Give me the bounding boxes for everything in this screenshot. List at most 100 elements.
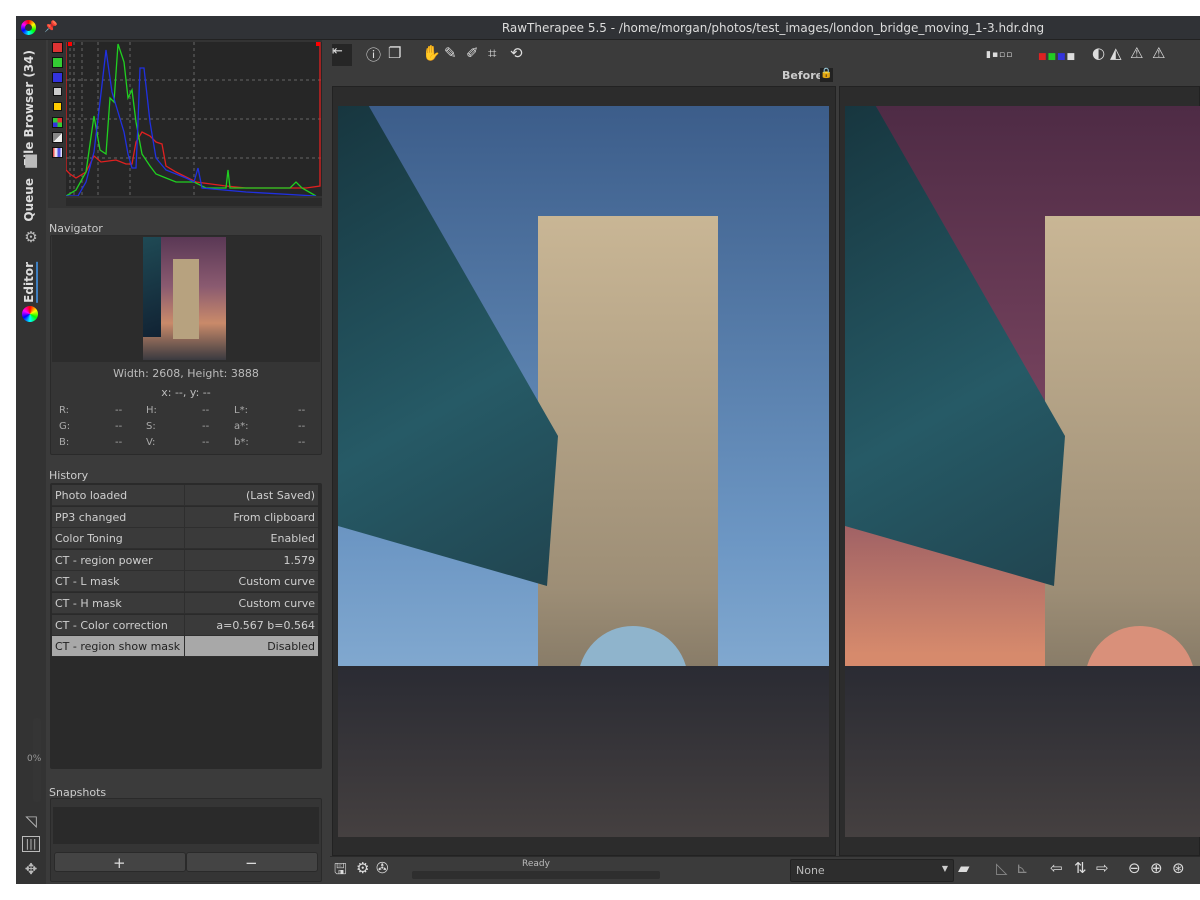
highlight-clip-warning-icon[interactable]: ⚠	[1152, 44, 1165, 66]
cursor-coords: x: --, y: --	[161, 386, 211, 399]
gears-icon[interactable]: ⚙	[22, 228, 40, 246]
white-balance-picker-icon[interactable]: ✎	[444, 44, 457, 66]
history-row[interactable]: PP3 changed From clipboard	[52, 506, 318, 528]
profile-icon[interactable]: ▰	[958, 859, 970, 881]
h-label: H:	[146, 405, 157, 416]
after-image[interactable]	[845, 106, 1200, 837]
shadow-clip-warning-icon[interactable]: ⚠	[1130, 44, 1143, 66]
history-item-name: PP3 changed	[55, 510, 127, 524]
tab-editor[interactable]: Editor	[22, 262, 38, 303]
history-item-value: Custom curve	[238, 597, 315, 610]
sync-icon[interactable]: ⇅	[1074, 859, 1087, 881]
previous-image-icon[interactable]: ⇦	[1050, 859, 1063, 881]
g-value: --	[115, 421, 123, 432]
bar-toggle[interactable]	[52, 147, 63, 158]
history-item-value: a=0.567 b=0.564	[216, 618, 315, 632]
a-value: --	[298, 421, 306, 432]
bottom-toolbar: 🖫 ⚙ ✇ Ready None ▼ ▰ ◺ ⊾ ⇦ ⇅ ⇨ ⊖ ⊕ ⊛	[330, 856, 1200, 884]
history-row[interactable]: CT - L mask Custom curve	[52, 571, 318, 593]
rotate-left-icon[interactable]: ◺	[996, 859, 1008, 881]
snapshots-list[interactable]	[53, 807, 319, 844]
info-icon[interactable]: ⓘ	[366, 44, 381, 66]
lock-icon[interactable]: 🔒	[820, 68, 833, 82]
sliders-icon[interactable]: |||	[22, 836, 40, 852]
history-row[interactable]: Color Toning Enabled	[52, 528, 318, 550]
histogram	[48, 40, 322, 208]
raw-histogram-toggle[interactable]	[52, 117, 63, 128]
remove-snapshot-button[interactable]: −	[186, 852, 318, 872]
gamut-warning-icon[interactable]: ◭	[1110, 44, 1122, 66]
history-item-value: Disabled	[267, 640, 315, 654]
after-preview[interactable]	[839, 86, 1200, 856]
zoom-out-icon[interactable]: ⊖	[1128, 859, 1141, 881]
flip-icon[interactable]: ⊾	[1016, 859, 1029, 881]
history-list: Photo loaded (Last Saved) PP3 changed From …	[50, 483, 322, 769]
b-star-value: --	[298, 437, 306, 448]
dropdown-arrow-icon: ▼	[941, 864, 948, 873]
history-row[interactable]: CT - Color correction a=0.567 b=0.564	[52, 614, 318, 636]
h-value: --	[202, 405, 210, 416]
preview-channel-icons[interactable]: ■■■■	[1038, 52, 1076, 74]
hand-tool-icon[interactable]: ✋	[422, 44, 441, 66]
before-after-icon[interactable]: ❐	[388, 44, 401, 66]
title-bar: 📌 RawTherapee 5.5 - /home/morgan/photos/…	[16, 16, 1200, 40]
history-item-name: CT - region power	[55, 553, 153, 567]
color-wheel-icon	[22, 306, 38, 322]
history-item-value: 1.579	[283, 553, 316, 567]
history-item-value: (Last Saved)	[246, 489, 315, 502]
histogram-mode-toggle[interactable]	[52, 132, 63, 143]
before-image[interactable]	[338, 106, 829, 837]
before-preview[interactable]	[332, 86, 836, 856]
history-item-value: From clipboard	[233, 510, 315, 524]
straighten-icon[interactable]: ⟲	[510, 44, 523, 66]
next-image-icon[interactable]: ⇨	[1096, 859, 1109, 881]
r-value: --	[115, 405, 123, 416]
move-icon[interactable]: ✥	[22, 860, 40, 878]
green-channel-toggle[interactable]	[52, 57, 63, 68]
history-item-name: Color Toning	[55, 532, 123, 546]
focus-mask-icon[interactable]: ◐	[1092, 44, 1105, 66]
window-title: RawTherapee 5.5 - /home/morgan/photos/te…	[501, 21, 1045, 35]
history-item-value: Custom curve	[238, 575, 315, 589]
histogram-blue-line	[66, 49, 317, 196]
crop-icon[interactable]: ⌗	[488, 44, 496, 66]
profile-select[interactable]: None ▼	[790, 859, 954, 882]
blue-channel-toggle[interactable]	[52, 72, 63, 83]
s-label: S:	[146, 421, 156, 432]
tab-file-browser[interactable]: File Browser (34)	[22, 50, 36, 166]
zoom-fit-icon[interactable]: ⊛	[1172, 859, 1185, 881]
before-label: Before	[782, 69, 824, 82]
chroma-toggle[interactable]	[53, 102, 62, 111]
color-picker-icon[interactable]: ✐	[466, 44, 479, 66]
add-snapshot-button[interactable]: +	[54, 852, 186, 872]
folder-icon[interactable]: ▆	[22, 150, 40, 168]
zoom-in-icon[interactable]: ⊕	[1150, 859, 1163, 881]
red-channel-toggle[interactable]	[52, 42, 63, 53]
save-icon[interactable]: 🖫	[334, 859, 347, 881]
new-window-icon[interactable]: ◹	[22, 812, 40, 830]
external-editor-icon[interactable]: ✇	[376, 859, 389, 881]
status-progress-bar	[412, 871, 660, 879]
r-label: R:	[59, 405, 70, 416]
send-to-queue-icon[interactable]: ⚙	[356, 859, 369, 881]
history-item-value: Enabled	[270, 532, 315, 546]
navigator-thumbnail[interactable]	[143, 237, 226, 360]
left-panel: Navigator Width: 2608, Height: 3888 x: -…	[46, 40, 324, 884]
luminance-toggle[interactable]	[53, 87, 62, 96]
navigator-preview[interactable]	[52, 236, 320, 362]
history-row[interactable]: Photo loaded (Last Saved)	[52, 485, 318, 506]
history-item-name: CT - L mask	[55, 575, 120, 589]
history-row[interactable]: CT - region show mask Disabled	[52, 636, 318, 658]
l-value: --	[298, 405, 306, 416]
tab-queue[interactable]: Queue	[22, 178, 36, 222]
history-row[interactable]: CT - H mask Custom curve	[52, 593, 318, 614]
s-value: --	[202, 421, 210, 432]
history-row[interactable]: CT - region power 1.579	[52, 549, 318, 571]
b-value: --	[115, 437, 123, 448]
histogram-rgb-bar	[66, 198, 322, 206]
v-label: V:	[146, 437, 156, 448]
hide-panel-icon[interactable]: ⇤	[332, 44, 352, 66]
clip-highlight-indicator	[316, 42, 320, 46]
clip-shadow-indicator	[68, 42, 72, 46]
preview-background-icons[interactable]: ▮▪▫▫	[986, 50, 1013, 72]
